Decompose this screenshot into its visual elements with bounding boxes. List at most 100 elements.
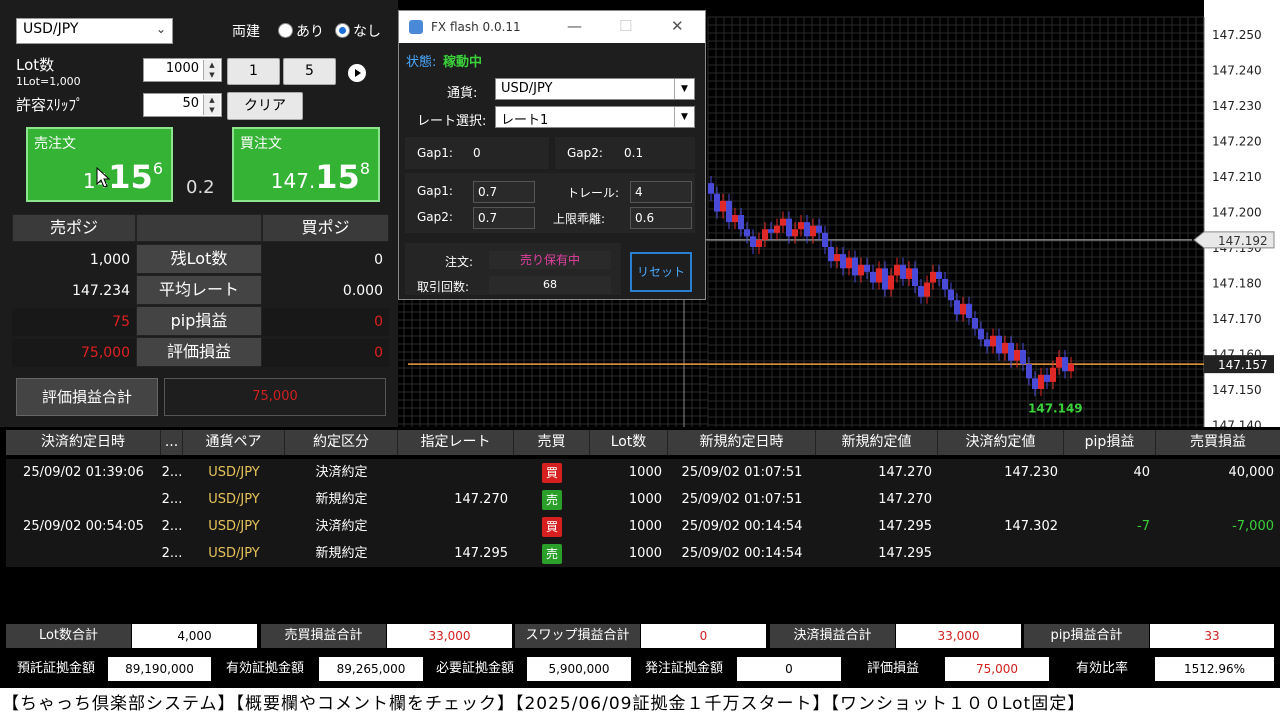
lot-5-button[interactable]: 5 bbox=[283, 58, 336, 85]
buy-order-title: 買注文 bbox=[240, 136, 282, 152]
candle-body bbox=[990, 335, 996, 347]
col-header-close-time[interactable]: 決済約定日時 bbox=[6, 430, 161, 455]
candle-body bbox=[876, 268, 882, 283]
hedge-off-radio[interactable]: なし bbox=[335, 21, 381, 41]
pip-pl-label: pip損益 bbox=[136, 306, 262, 336]
candle-body bbox=[1008, 342, 1014, 361]
summary-label: 有効証拠金額 bbox=[213, 657, 317, 681]
low-price-label: 147.149 bbox=[1028, 402, 1083, 416]
cell-open-price: 147.295 bbox=[878, 546, 932, 561]
buy-position-header: 買ポジ bbox=[262, 214, 389, 242]
price-tick-label: 147.250 bbox=[1212, 28, 1262, 42]
order-label: 注文: bbox=[445, 255, 474, 269]
summary-value: 5,900,000 bbox=[527, 657, 631, 681]
trade-count-value: 68 bbox=[489, 276, 611, 294]
fx-flash-titlebar[interactable]: FX flash 0.0.11 — ☐ ✕ bbox=[399, 11, 705, 43]
cell-open-time: 25/09/02 01:07:51 bbox=[681, 492, 803, 507]
summary-value: 4,000 bbox=[132, 624, 257, 648]
lot-stepper[interactable]: 1000 ▲ ▼ bbox=[143, 58, 222, 82]
slippage-label: 許容ｽﾘｯﾌﾟ bbox=[16, 96, 84, 114]
pair-select[interactable]: USD/JPY ⌄ bbox=[16, 18, 173, 44]
hedge-on-radio[interactable]: あり bbox=[278, 21, 324, 41]
radio-selected-icon bbox=[335, 23, 350, 38]
candle-body bbox=[924, 282, 930, 297]
col-header-rate[interactable]: 指定レート bbox=[398, 430, 514, 455]
gap2-setting-label: Gap2: bbox=[417, 210, 453, 224]
col-header-kind[interactable]: 約定区分 bbox=[285, 430, 398, 455]
candle-body bbox=[1068, 364, 1074, 372]
col-header-lots[interactable]: Lot数 bbox=[590, 430, 668, 455]
cell-open-time: 25/09/02 01:07:51 bbox=[681, 465, 803, 480]
total-valuation-pl-value: 75,000 bbox=[164, 378, 386, 416]
radio-icon bbox=[278, 23, 293, 38]
table-row[interactable]: 2... USD/JPY 新規約定 147.270 売 1000 25/09/02 01:0… bbox=[6, 486, 1280, 513]
total-valuation-pl-button[interactable]: 評価損益合計 bbox=[16, 378, 158, 416]
reset-button[interactable]: リセット bbox=[630, 252, 692, 292]
candle-body bbox=[1014, 349, 1020, 361]
table-row[interactable]: 2... USD/JPY 新規約定 147.295 売 1000 25/09/02 00:1… bbox=[6, 540, 1280, 567]
candle-body bbox=[822, 232, 828, 247]
play-icon[interactable] bbox=[348, 64, 366, 82]
spin-arrows-icon[interactable]: ▲ ▼ bbox=[203, 60, 220, 80]
col-header-close-price[interactable]: 決済約定値 bbox=[938, 430, 1064, 455]
candle-body bbox=[1026, 364, 1032, 379]
col-header-pip-pl[interactable]: pip損益 bbox=[1064, 430, 1156, 455]
buy-order-button[interactable]: 買注文 147.158 bbox=[232, 127, 380, 202]
minimize-icon[interactable]: — bbox=[567, 17, 582, 35]
table-row[interactable]: 25/09/02 01:39:06 2... USD/JPY 決済約定 買 1000 25/… bbox=[6, 459, 1280, 486]
cell-side: 買 bbox=[514, 459, 590, 486]
spin-arrows-icon[interactable]: ▲ ▼ bbox=[203, 95, 220, 115]
buy-badge: 買 bbox=[542, 462, 562, 483]
currency-select[interactable]: USD/JPY ▼ bbox=[495, 78, 695, 100]
close-icon[interactable]: ✕ bbox=[671, 17, 684, 35]
limit-deviation-input[interactable]: 0.6 bbox=[630, 207, 692, 229]
rate-select-label: レート選択: bbox=[417, 114, 487, 129]
buy-average-rate: 0.000 bbox=[342, 283, 383, 299]
candle-body bbox=[804, 222, 810, 237]
col-header-side[interactable]: 売買 bbox=[514, 430, 590, 455]
lot-1-button[interactable]: 1 bbox=[227, 58, 280, 85]
candle-body bbox=[1020, 349, 1026, 365]
fx-flash-window[interactable]: FX flash 0.0.11 — ☐ ✕ 状態: 稼動中 通貨: USD/JP… bbox=[398, 10, 706, 300]
trade-panel: USD/JPY ⌄ 両建 あり なし Lot数 1Lot=1,000 1000 … bbox=[0, 0, 398, 427]
cell-id: 2... bbox=[161, 546, 183, 561]
slippage-stepper[interactable]: 50 ▲ ▼ bbox=[143, 93, 222, 117]
summary-value: 33,000 bbox=[896, 624, 1021, 648]
table-row[interactable]: 25/09/02 00:54:05 2... USD/JPY 決済約定 買 1000 25/… bbox=[6, 513, 1280, 540]
maximize-icon[interactable]: ☐ bbox=[619, 17, 632, 35]
col-header-pl[interactable]: 売買損益 bbox=[1156, 430, 1280, 455]
sell-pip-pl: 75 bbox=[12, 308, 136, 336]
summary-label: 評価損益 bbox=[843, 657, 943, 681]
buy-price-fraction: 8 bbox=[359, 159, 370, 178]
candle-body bbox=[1050, 367, 1056, 382]
col-header-id[interactable]: ... bbox=[161, 430, 183, 455]
cell-open-time: 25/09/02 00:14:54 bbox=[681, 546, 803, 561]
sell-order-title: 売注文 bbox=[34, 136, 76, 152]
cell-id: 2... bbox=[161, 492, 183, 507]
cell-close-price: 147.230 bbox=[1004, 465, 1058, 480]
sell-average-rate: 147.234 bbox=[72, 283, 130, 299]
candle-body bbox=[996, 335, 1002, 354]
sell-order-button[interactable]: 売注文 14156 bbox=[26, 127, 173, 202]
trail-input[interactable]: 4 bbox=[630, 181, 692, 203]
cell-pair: USD/JPY bbox=[208, 519, 260, 534]
candle-body bbox=[1044, 374, 1050, 382]
rate-select[interactable]: レート1 ▼ bbox=[495, 106, 695, 128]
col-header-pair[interactable]: 通貨ペア bbox=[183, 430, 285, 455]
lot-label: Lot数 bbox=[16, 56, 55, 74]
gap1-input[interactable]: 0.7 bbox=[473, 181, 535, 203]
sell-price-fraction: 6 bbox=[152, 159, 163, 178]
candle-body bbox=[834, 254, 840, 262]
slippage-stepper-value: 50 bbox=[182, 96, 199, 111]
gap2-input[interactable]: 0.7 bbox=[473, 207, 535, 229]
summary-value: 0 bbox=[737, 657, 841, 681]
candle-body bbox=[972, 318, 978, 329]
candle-body bbox=[912, 268, 918, 287]
remaining-lots-label: 残Lot数 bbox=[136, 244, 262, 274]
col-header-open-time[interactable]: 新規約定日時 bbox=[668, 430, 816, 455]
clear-button[interactable]: クリア bbox=[227, 92, 303, 120]
col-header-open-price[interactable]: 新規約定値 bbox=[816, 430, 938, 455]
cell-rate: 147.295 bbox=[454, 546, 508, 561]
sell-position-header: 売ポジ bbox=[12, 214, 136, 242]
cell-pair: USD/JPY bbox=[208, 492, 260, 507]
